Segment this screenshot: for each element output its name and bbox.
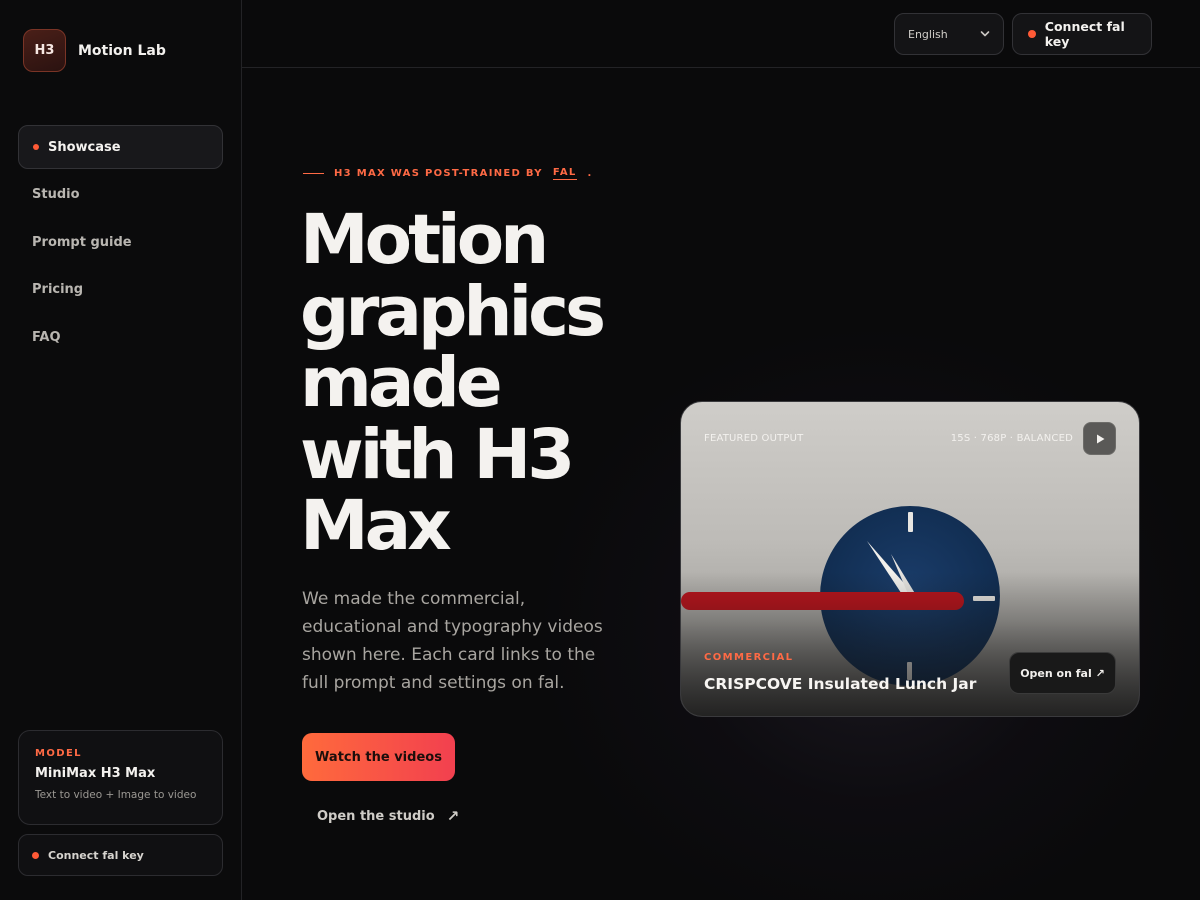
featured-label: FEATURED OUTPUT [704,433,804,444]
arrow-up-right-icon: ↗ [446,807,460,825]
sidebar-item-faq[interactable]: FAQ [18,315,223,359]
sidebar-item-label: Pricing [32,282,84,297]
language-select[interactable]: English [894,13,1004,55]
sidebar-item-label: Prompt guide [32,234,132,250]
status-dot-icon [1028,30,1036,38]
model-card: MODEL MiniMax H3 Max Text to video + Ima… [18,730,223,825]
app-root: H3 Motion Lab Showcase Studio Prompt gui… [0,0,1200,900]
model-name: MiniMax H3 Max [35,766,156,781]
status-dot-icon [32,851,39,859]
card-overlay [681,572,1139,716]
brand[interactable]: H3 Motion Lab [23,29,166,72]
headline-line: made [300,343,503,423]
topbar: English Connect fal key [242,0,1200,68]
play-button[interactable] [1083,422,1116,455]
kicker-text: H3 MAX WAS POST-TRAINED BY [334,168,543,179]
chevron-down-icon [980,31,990,37]
brand-logo: H3 [23,29,66,72]
sidebar-item-label: FAQ [32,329,61,345]
watch-videos-button[interactable]: Watch the videos [302,733,455,781]
hero-lede: We made the commercial, educational and … [302,589,603,693]
featured-video-card[interactable]: FEATURED OUTPUT 15S · 768P · BALANCED CO… [680,401,1140,717]
fal-link[interactable]: FAL [552,167,577,180]
featured-meta: 15S · 768P · BALANCED [950,433,1073,444]
language-value: English [908,27,948,41]
headline-line: with H3 [300,414,575,495]
sidebar-item-prompt-guide[interactable]: Prompt guide [18,220,223,264]
headline-line: graphics [300,271,606,352]
headline-line: Max [300,486,452,566]
sidebar-nav: Showcase Studio Prompt guide Pricing FAQ [18,125,223,363]
topbar-connect-key-button[interactable]: Connect fal key [1012,13,1152,55]
active-dot-icon [33,144,39,150]
sidebar-item-label: Showcase [48,139,121,155]
kicker-period: . [587,168,593,179]
brand-name: Motion Lab [78,42,166,59]
sidebar-item-pricing[interactable]: Pricing [18,268,223,312]
open-on-fal-button[interactable]: Open on fal ↗ [1009,652,1116,694]
model-description: Text to video + Image to video [35,789,197,801]
open-studio-link[interactable]: Open the studio ↗ [317,806,459,826]
topbar-connect-label: Connect fal key [1044,19,1125,49]
sidebar-connect-key-button[interactable]: Connect fal key [18,834,223,876]
hero-headline: Motion graphics made with H3 Max [300,200,630,566]
hero-section: H3 MAX WAS POST-TRAINED BY FAL . Motion … [242,69,1200,900]
featured-tag: COMMERCIAL [704,652,794,663]
sidebar-item-label: Studio [32,187,80,202]
open-studio-label: Open the studio [317,808,435,824]
sidebar: H3 Motion Lab Showcase Studio Prompt gui… [0,0,242,900]
play-icon [1096,434,1104,443]
kicker-rule [303,173,324,174]
model-kicker: MODEL [35,748,82,759]
sidebar-item-studio[interactable]: Studio [18,173,223,217]
headline-line: Motion [300,200,549,280]
sidebar-connect-label: Connect fal key [48,848,144,862]
featured-title: CRISPCOVE Insulated Lunch Jar [704,675,977,693]
hero-kicker: H3 MAX WAS POST-TRAINED BY FAL . [303,167,593,180]
sidebar-item-showcase[interactable]: Showcase [18,125,223,169]
